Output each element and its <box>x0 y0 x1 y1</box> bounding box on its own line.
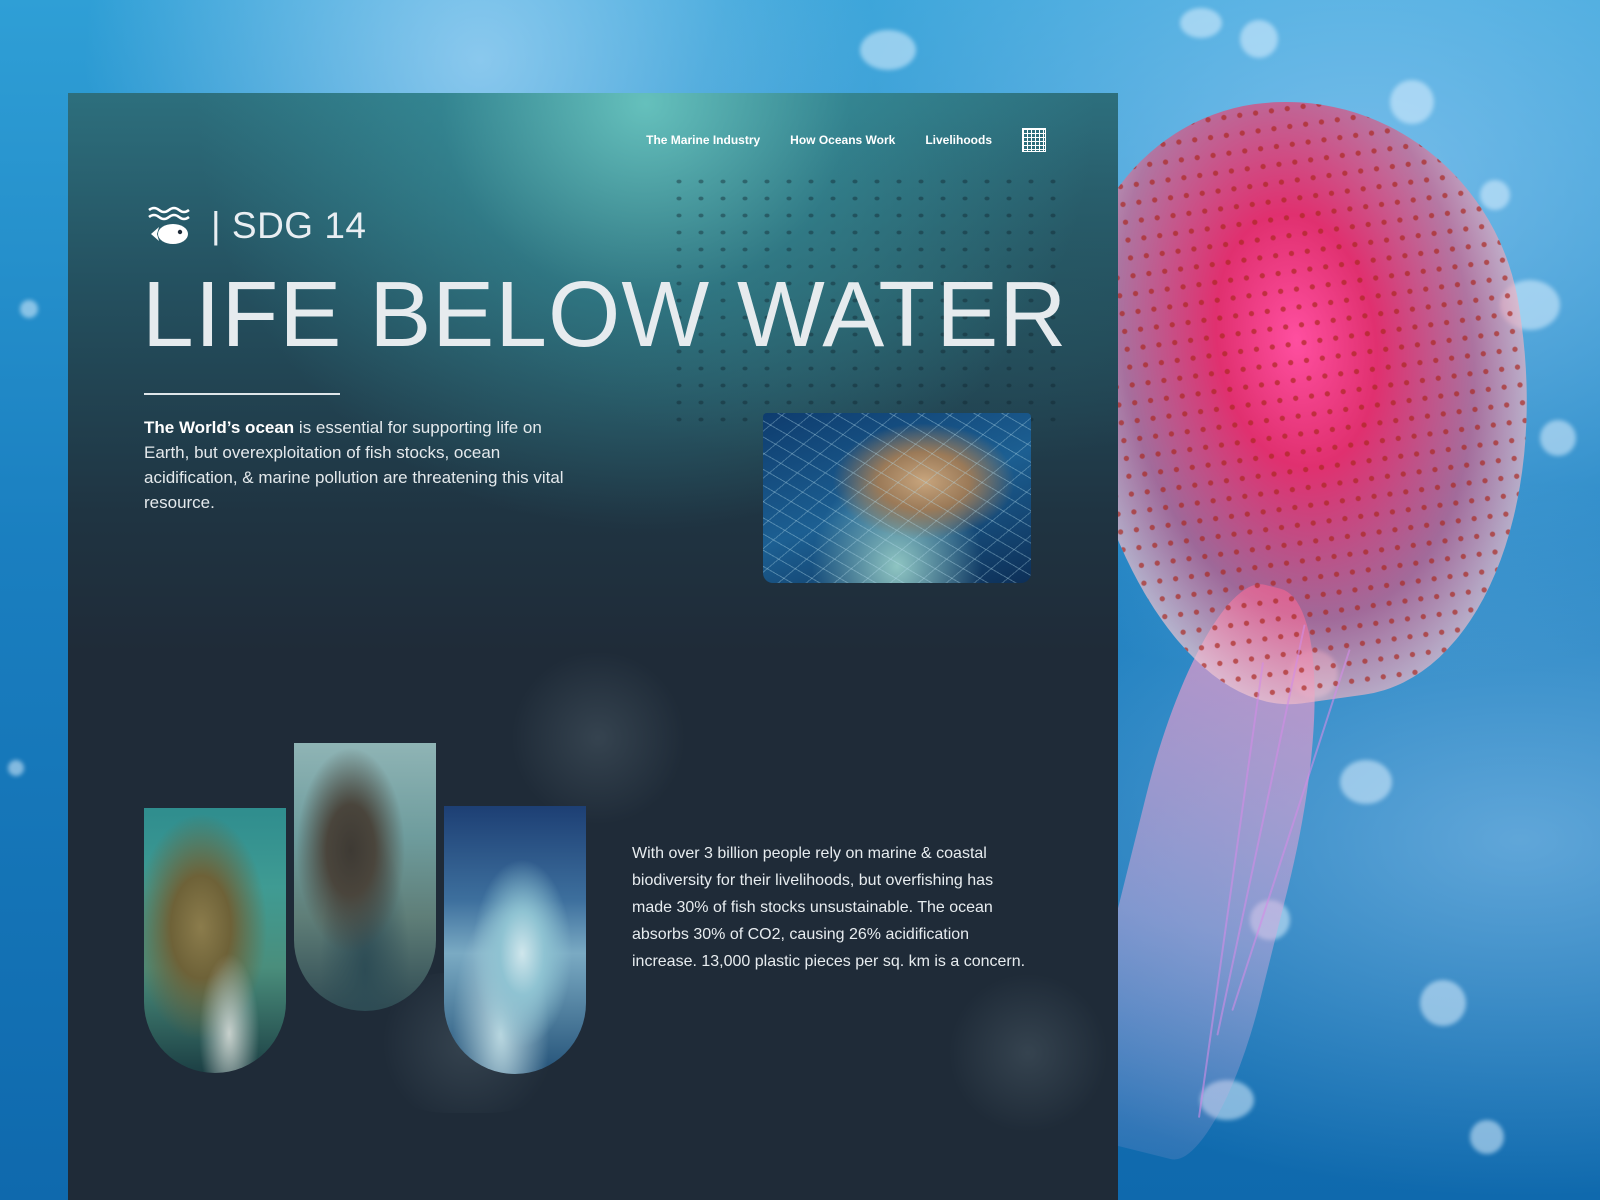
intro-bold: The World’s ocean <box>144 418 295 437</box>
bokeh-light <box>860 30 916 70</box>
photo-gallery <box>144 743 594 1074</box>
bokeh-light <box>1180 8 1222 38</box>
splash-texture <box>948 973 1108 1133</box>
grid-menu-icon[interactable] <box>1022 128 1046 152</box>
bokeh-light <box>20 300 38 318</box>
jellyfish-bell <box>1040 71 1570 729</box>
fisherman-photo <box>294 743 436 1011</box>
turtle-net-photo <box>763 413 1031 583</box>
sdg-label: | SDG 14 <box>211 205 367 246</box>
jellyfish-spots <box>1040 71 1570 729</box>
jellyfish-image <box>1040 71 1580 1200</box>
title-divider <box>144 393 340 395</box>
stats-paragraph: With over 3 billion people rely on marin… <box>632 845 1026 970</box>
nav-livelihoods[interactable]: Livelihoods <box>925 133 992 147</box>
bokeh-light <box>8 760 24 776</box>
fishing-net-texture <box>763 413 1031 583</box>
melting-ice-photo <box>444 806 586 1074</box>
main-panel: The Marine Industry How Oceans Work Live… <box>68 93 1118 1200</box>
fish-waves-icon <box>148 206 190 244</box>
bokeh-light <box>1240 20 1278 58</box>
nav-how-oceans-work[interactable]: How Oceans Work <box>790 133 895 147</box>
sea-turtle-photo <box>144 808 286 1073</box>
intro-paragraph: The World’s ocean is essential for suppo… <box>144 415 564 515</box>
sdg-badge: | SDG 14 <box>147 205 367 247</box>
nav-marine-industry[interactable]: The Marine Industry <box>646 133 760 147</box>
page-title: LIFE BELOW WATER <box>142 262 1068 366</box>
top-nav: The Marine Industry How Oceans Work Live… <box>646 128 1046 152</box>
